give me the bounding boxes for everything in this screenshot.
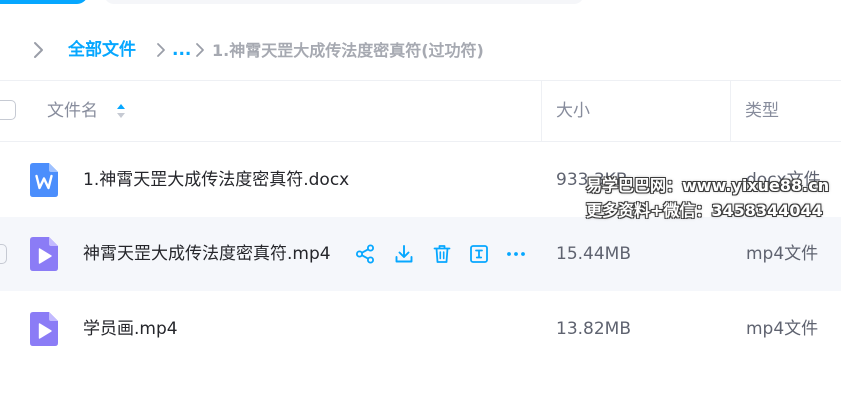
file-name[interactable]: 1.神霄天罡大成传法度密真符.docx xyxy=(83,169,349,191)
file-size: 15.44MB xyxy=(556,244,631,264)
top-tab-active[interactable] xyxy=(0,0,88,4)
video-file-icon xyxy=(30,312,58,346)
breadcrumb-current-folder: 1.神霄天罡大成传法度密真符(过功符) xyxy=(212,41,484,60)
table-header: 文件名 大小 类型 xyxy=(0,80,841,142)
column-header-size[interactable]: 大小 xyxy=(556,100,590,122)
file-size: 13.82MB xyxy=(556,319,631,339)
chevron-right-icon xyxy=(157,43,165,57)
breadcrumb: 全部文件 ... 1.神霄天罡大成传法度密真符(过功符) xyxy=(0,32,841,68)
chevron-right-icon xyxy=(196,43,204,57)
column-header-type[interactable]: 类型 xyxy=(745,100,779,122)
select-all-checkbox[interactable] xyxy=(0,100,16,120)
column-divider[interactable] xyxy=(541,81,542,141)
top-search-bar[interactable] xyxy=(104,0,584,4)
share-icon[interactable] xyxy=(354,243,376,265)
chevron-right-icon[interactable] xyxy=(26,38,50,62)
column-header-name[interactable]: 文件名 xyxy=(47,100,98,122)
column-divider[interactable] xyxy=(730,81,731,141)
word-file-icon xyxy=(30,163,58,197)
breadcrumb-root-link[interactable]: 全部文件 xyxy=(68,39,136,61)
sort-icon[interactable] xyxy=(115,100,127,122)
more-icon[interactable] xyxy=(505,243,527,265)
file-type: mp4文件 xyxy=(746,319,819,339)
table-row[interactable]: 神霄天罡大成传法度密真符.mp4 15.44MB mp4文件 xyxy=(0,217,841,291)
file-name[interactable]: 神霄天罡大成传法度密真符.mp4 xyxy=(83,243,331,265)
watermark-line: 更多资料+微信：3458344044 xyxy=(586,201,823,220)
breadcrumb-ellipsis-link[interactable]: ... xyxy=(172,39,191,61)
file-name[interactable]: 学员画.mp4 xyxy=(83,318,178,340)
watermark-line: 易学巴巴网：www.yixue88.cn xyxy=(586,176,830,195)
rename-icon[interactable] xyxy=(468,243,490,265)
delete-icon[interactable] xyxy=(431,243,453,265)
download-icon[interactable] xyxy=(393,243,415,265)
row-checkbox[interactable] xyxy=(0,244,7,264)
video-file-icon xyxy=(30,237,58,271)
table-row[interactable]: 学员画.mp4 13.82MB mp4文件 xyxy=(0,292,841,366)
file-type: mp4文件 xyxy=(746,244,819,264)
